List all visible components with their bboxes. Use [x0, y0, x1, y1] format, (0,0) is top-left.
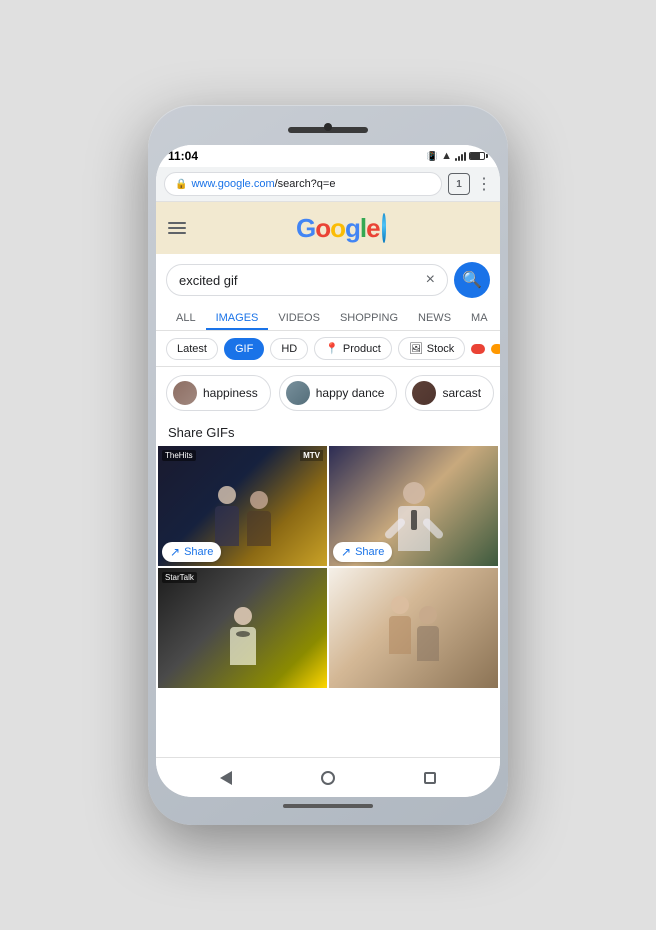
url-host: www.google.com: [191, 178, 274, 190]
search-icon: 🔍: [462, 270, 482, 290]
gif-card-2[interactable]: ↗ Share: [329, 446, 498, 566]
wifi-icon: ▲: [441, 150, 452, 162]
hamburger-line-1: [168, 222, 186, 224]
gif-mtv-watermark: MTV: [300, 450, 323, 461]
filter-gif[interactable]: GIF: [224, 338, 264, 360]
tab-all[interactable]: ALL: [166, 306, 206, 330]
google-doodle[interactable]: Google: [194, 210, 488, 246]
google-g4: g: [345, 213, 360, 243]
suggestion-avatar-1: [173, 381, 197, 405]
phone-camera: [324, 123, 332, 131]
phone-device: 11:04 📳 ▲: [148, 105, 508, 825]
status-time: 11:04: [168, 149, 198, 163]
share-icon-2: ↗: [341, 545, 351, 559]
filter-color-red[interactable]: [471, 344, 485, 354]
hamburger-line-2: [168, 227, 186, 229]
phone-screen: 11:04 📳 ▲: [156, 145, 500, 797]
filter-product-label: Product: [343, 343, 381, 355]
content-area: Google excited gif × 🔍 ALL: [156, 202, 500, 757]
filter-latest-label: Latest: [177, 343, 207, 355]
google-g6: e: [366, 213, 379, 243]
search-bar-row: excited gif × 🔍: [156, 254, 500, 306]
nav-home-button[interactable]: [321, 771, 335, 785]
tab-more[interactable]: MA: [461, 306, 498, 330]
google-text: Google: [296, 213, 380, 244]
filter-gif-label: GIF: [235, 343, 253, 355]
suggestion-happy-dance-label: happy dance: [316, 386, 385, 400]
search-tabs: ALL IMAGES VIDEOS SHOPPING NEWS MA: [156, 306, 500, 331]
doodle-earth-icon: [382, 213, 386, 243]
gif-placeholder-3: [158, 568, 327, 688]
address-bar[interactable]: 🔒 www.google.com/search?q=e: [164, 172, 442, 196]
gif-share-button-2[interactable]: ↗ Share: [333, 542, 392, 562]
suggestions-row: happiness happy dance sarcast: [156, 367, 500, 419]
gif-share-label-2: Share: [355, 546, 384, 558]
browser-menu-button[interactable]: ⋮: [476, 174, 492, 194]
share-gifs-label: Share GIFs: [156, 419, 500, 446]
filter-hd-label: HD: [281, 343, 297, 355]
suggestion-avatar-2: [286, 381, 310, 405]
google-g3: o: [330, 213, 345, 243]
suggestion-happy-dance[interactable]: happy dance: [279, 375, 398, 411]
filter-hd[interactable]: HD: [270, 338, 308, 360]
url-path: /search?q=e: [275, 178, 336, 190]
tab-images[interactable]: IMAGES: [206, 306, 269, 330]
gif-share-button-1[interactable]: ↗ Share: [162, 542, 221, 562]
tab-shopping[interactable]: SHOPPING: [330, 306, 408, 330]
filter-stock-icon: 🖼: [409, 342, 423, 355]
filter-color-orange[interactable]: [491, 344, 500, 354]
suggestion-happiness[interactable]: happiness: [166, 375, 271, 411]
suggestion-sarcastic-label: sarcast: [442, 386, 481, 400]
tab-news[interactable]: NEWS: [408, 306, 461, 330]
lock-icon: 🔒: [175, 179, 187, 190]
search-clear-button[interactable]: ×: [426, 271, 435, 289]
filter-stock[interactable]: 🖼 Stock: [398, 337, 465, 360]
filter-row: Latest GIF HD 📍 Product 🖼 Stock: [156, 331, 500, 367]
address-bar-row: 🔒 www.google.com/search?q=e 1 ⋮: [156, 167, 500, 202]
tab-count-button[interactable]: 1: [448, 173, 470, 195]
google-header: Google: [156, 202, 500, 254]
google-g2: o: [315, 213, 330, 243]
search-submit-button[interactable]: 🔍: [454, 262, 490, 298]
suggestion-avatar-3: [412, 381, 436, 405]
google-g1: G: [296, 213, 315, 243]
status-bar: 11:04 📳 ▲: [156, 145, 500, 167]
google-logo: Google: [296, 210, 386, 246]
hamburger-menu-button[interactable]: [168, 222, 186, 234]
filter-product-icon: 📍: [325, 342, 339, 355]
gif-watermark-1: TheHits: [162, 450, 196, 461]
bottom-nav: [156, 757, 500, 797]
address-url: www.google.com/search?q=e: [191, 178, 335, 190]
gif-card-4[interactable]: [329, 568, 498, 688]
gif-card-3[interactable]: StarTalk: [158, 568, 327, 688]
suggestion-happiness-label: happiness: [203, 386, 258, 400]
filter-stock-label: Stock: [427, 343, 455, 355]
phone-home-indicator: [283, 804, 373, 808]
gif-watermark-3: StarTalk: [162, 572, 197, 583]
signal-bars-icon: [455, 151, 466, 161]
nav-recents-button[interactable]: [424, 772, 436, 784]
gif-share-label-1: Share: [184, 546, 213, 558]
suggestion-sarcastic[interactable]: sarcast: [405, 375, 494, 411]
vibrate-icon: 📳: [427, 151, 438, 162]
share-icon-1: ↗: [170, 545, 180, 559]
gif-grid: TheHits ↗ Share MTV: [156, 446, 500, 688]
search-input-box[interactable]: excited gif ×: [166, 264, 448, 296]
search-query-text: excited gif: [179, 273, 238, 288]
filter-latest[interactable]: Latest: [166, 338, 218, 360]
tab-videos[interactable]: VIDEOS: [268, 306, 330, 330]
nav-back-button[interactable]: [220, 771, 232, 785]
filter-product[interactable]: 📍 Product: [314, 337, 392, 360]
status-icons: 📳 ▲: [427, 150, 488, 162]
gif-card-1[interactable]: TheHits ↗ Share MTV: [158, 446, 327, 566]
phone-bottom-bar: [283, 797, 373, 815]
hamburger-line-3: [168, 232, 186, 234]
battery-icon: [469, 152, 488, 160]
gif-placeholder-4: [329, 568, 498, 688]
